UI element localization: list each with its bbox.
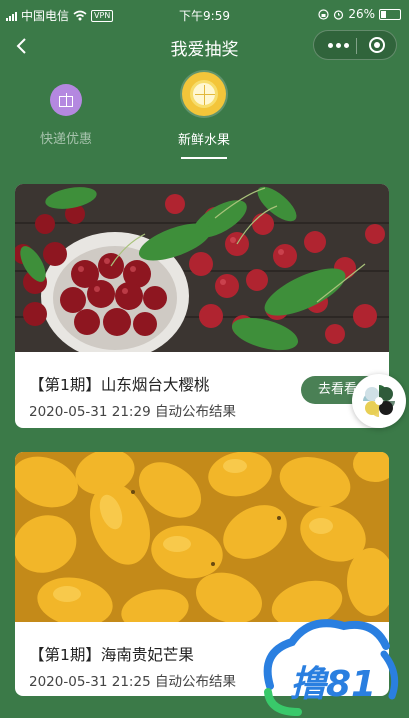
watermark-logo: 撸81	[263, 619, 399, 716]
mangoes-photo	[15, 452, 389, 622]
battery-level	[381, 10, 386, 18]
tab-express-deals[interactable]: 快递优惠	[36, 84, 96, 147]
nav-bar: 我爱抽奖	[0, 28, 409, 64]
alarm-icon	[334, 9, 344, 20]
app-screen: 中国电信 VPN 下午9:59 26% 我爱抽奖 快递优惠 新鲜水果 【第1期】…	[0, 0, 409, 718]
status-right: 26%	[318, 7, 401, 21]
mini-program-capsule	[313, 30, 397, 60]
rotation-lock-icon	[318, 8, 329, 20]
tab-fresh-fruit[interactable]: 新鲜水果	[168, 72, 240, 159]
tab-express-deals-label: 快递优惠	[39, 132, 92, 147]
floating-lottery-button[interactable]	[352, 374, 406, 428]
cherries-photo	[15, 184, 389, 352]
pinwheel-icon	[363, 385, 395, 417]
capsule-divider	[356, 38, 357, 54]
battery-percent: 26%	[348, 7, 375, 21]
card-title: 【第1期】山东烟台大樱桃	[29, 376, 210, 394]
card-title: 【第1期】海南贵妃芒果	[29, 646, 194, 664]
gift-icon	[50, 84, 82, 116]
lottery-card[interactable]: 【第1期】山东烟台大樱桃 2020-05-31 21:29 自动公布结果 去看看	[15, 184, 389, 428]
card-result-date: 2020-05-31 21:29 自动公布结果	[29, 404, 236, 420]
more-options-icon[interactable]	[326, 38, 350, 52]
close-mini-program-icon[interactable]	[369, 37, 385, 53]
status-bar: 中国电信 VPN 下午9:59 26%	[0, 0, 409, 28]
lemon-icon	[182, 72, 226, 116]
card-result-date: 2020-05-31 21:25 自动公布结果	[29, 674, 236, 690]
battery-icon	[379, 8, 401, 20]
tab-fresh-fruit-label: 新鲜水果	[177, 133, 230, 148]
active-tab-indicator	[181, 157, 227, 159]
watermark-text: 撸81	[290, 664, 376, 705]
